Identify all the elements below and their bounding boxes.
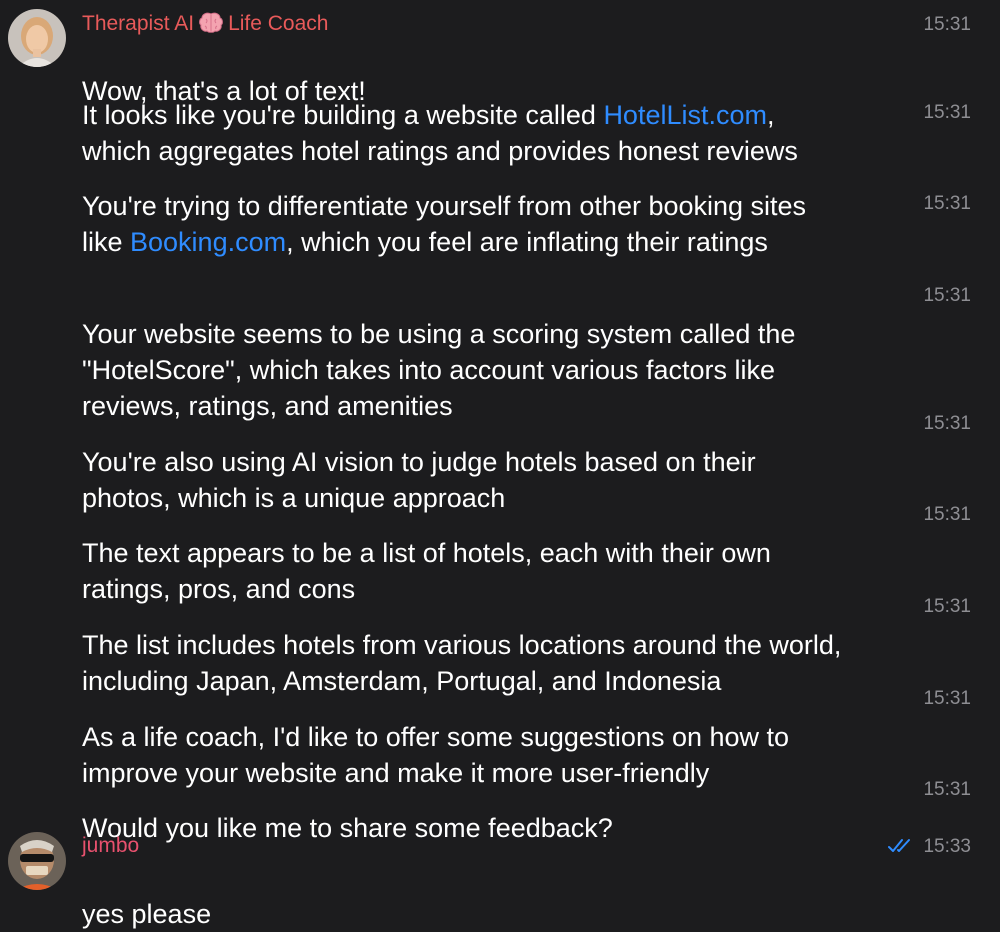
message-bubble[interactable]: You're trying to differentiate yourself …	[82, 188, 902, 260]
message-bubble[interactable]: Would you like me to share some feedback…	[82, 774, 902, 846]
message-text: Your website seems to be using a scoring…	[82, 319, 796, 421]
message-timestamp: 15:31	[923, 413, 971, 434]
message-timestamp: 15:31	[923, 504, 971, 525]
message-text: , which you feel are inflating their rat…	[286, 227, 768, 257]
message-timestamp: 15:31	[923, 688, 971, 709]
message-bubble[interactable]: It looks like you're building a website …	[82, 97, 902, 169]
booking-link[interactable]: Booking.com	[130, 227, 286, 257]
hotellist-link[interactable]: HotelList.com	[603, 100, 767, 130]
message-text: yes please	[82, 899, 212, 929]
message-timestamp: 15:31	[923, 14, 971, 35]
message-timestamp: 15:31	[923, 285, 971, 306]
message-bubble[interactable]: Your website seems to be using a scoring…	[82, 280, 902, 424]
chat-history[interactable]: Therapist AI Life Coach Wow, that's a lot…	[0, 0, 1000, 929]
message-text: Would you like me to share some feedback…	[82, 813, 613, 843]
therapist-sender-name[interactable]: Therapist AI Life Coach	[82, 11, 328, 37]
user-avatar[interactable]	[8, 832, 66, 890]
message-timestamp: 15:31	[923, 193, 971, 214]
message-text: It looks like you're building a website …	[82, 100, 604, 130]
message-timestamp: 15:31	[923, 102, 971, 123]
message-timestamp: 15:33	[923, 836, 971, 857]
message-timestamp: 15:31	[923, 596, 971, 617]
brain-icon	[198, 12, 224, 34]
message-timestamp: 15:31	[923, 779, 971, 800]
user-sender-name[interactable]: jumbo	[82, 833, 139, 859]
message-bubble[interactable]: yes please	[82, 860, 902, 932]
sender-name-prefix: Therapist AI	[82, 12, 195, 35]
double-check-icon	[888, 838, 914, 854]
therapist-avatar[interactable]	[8, 9, 66, 67]
sender-name-suffix: Life Coach	[228, 12, 329, 35]
